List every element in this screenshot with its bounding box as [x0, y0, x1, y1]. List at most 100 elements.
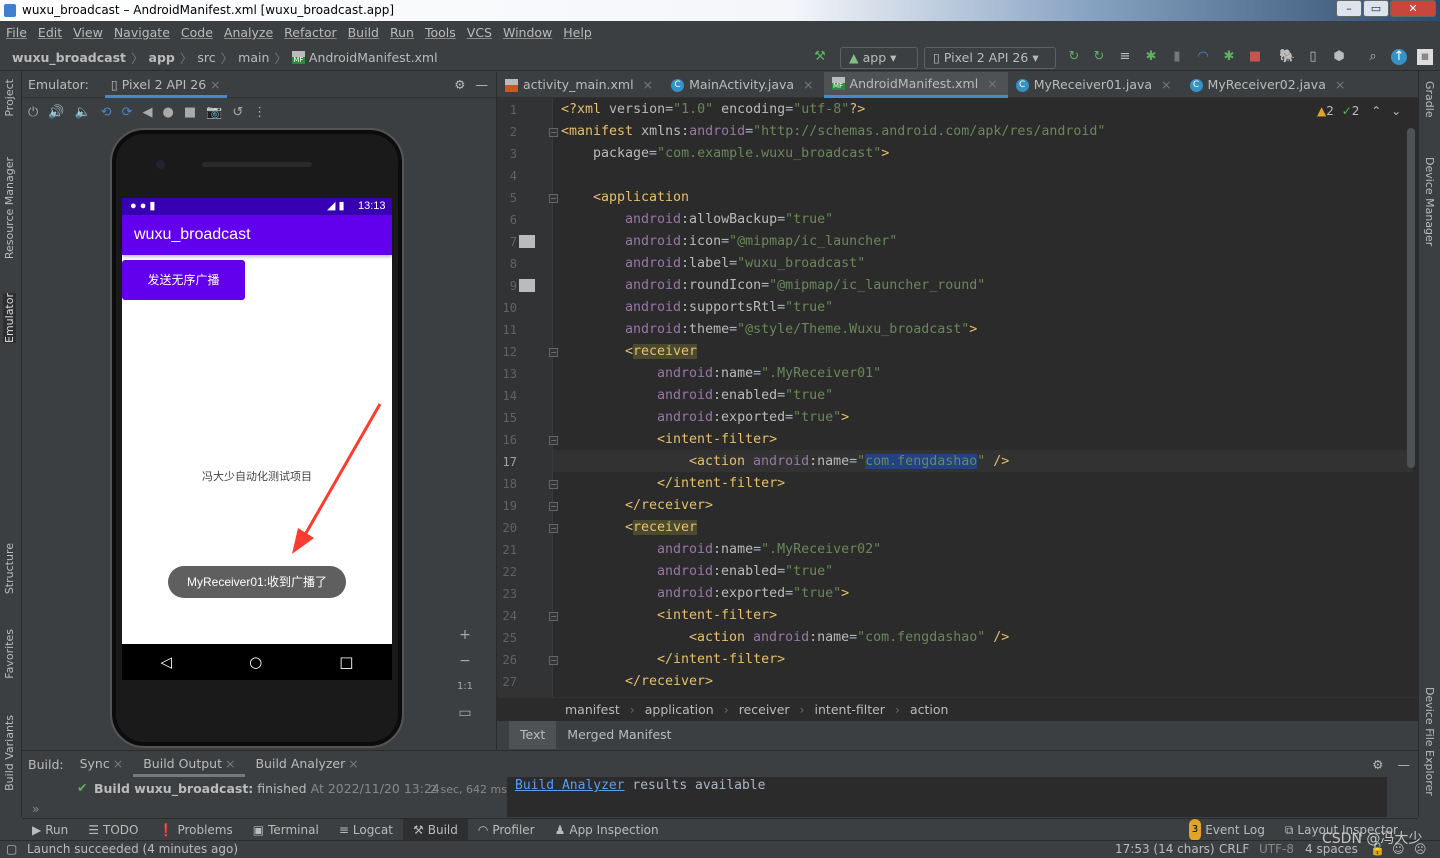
- attach-debugger-icon[interactable]: ▮: [1169, 49, 1185, 65]
- next-highlight-icon[interactable]: ⌄: [1391, 104, 1401, 118]
- menu-build[interactable]: Build: [348, 25, 379, 40]
- file-encoding[interactable]: UTF-8: [1259, 841, 1294, 858]
- menu-file[interactable]: File: [6, 25, 27, 40]
- fold-marker-icon[interactable]: −: [549, 436, 558, 445]
- tool-event-log[interactable]: 3 Event Log: [1179, 818, 1275, 841]
- menu-code[interactable]: Code: [181, 25, 213, 40]
- fit-screen-icon[interactable]: ▭: [455, 703, 475, 723]
- zoom-out-button[interactable]: −: [455, 651, 475, 671]
- breadcrumb-application[interactable]: application: [645, 702, 714, 717]
- tool-run[interactable]: ▶ Run: [22, 819, 78, 841]
- coverage-icon[interactable]: ≡: [1117, 49, 1133, 65]
- close-tab-icon[interactable]: ×: [803, 72, 813, 98]
- apply-code-changes-icon[interactable]: ↻: [1091, 49, 1107, 65]
- gear-icon[interactable]: ⚙: [1372, 757, 1383, 772]
- project-tab[interactable]: Project: [3, 79, 16, 117]
- tool-logcat[interactable]: ≡ Logcat: [329, 819, 403, 841]
- breadcrumb-intent-filter[interactable]: intent-filter: [815, 702, 885, 717]
- menu-run[interactable]: Run: [390, 25, 414, 40]
- menu-edit[interactable]: Edit: [38, 25, 62, 40]
- structure-tab[interactable]: Structure: [3, 543, 16, 594]
- tool-build[interactable]: ⚒ Build: [402, 818, 468, 841]
- maximize-button[interactable]: ▭: [1363, 0, 1389, 17]
- run-config-select[interactable]: ▲ app ▾: [840, 47, 918, 69]
- caret-position[interactable]: 17:53 (14 chars): [1115, 841, 1215, 858]
- editor-scrollbar[interactable]: [1407, 128, 1415, 468]
- editor-tab[interactable]: C MyReceiver02.java ×: [1182, 72, 1356, 98]
- gradle-sync-icon[interactable]: 🐘: [1279, 49, 1295, 65]
- menu-vcs[interactable]: VCS: [467, 25, 492, 40]
- build-variants-tab[interactable]: Build Variants: [3, 715, 16, 791]
- favorites-tab[interactable]: Favorites: [3, 629, 16, 679]
- crumb-project[interactable]: wuxu_broadcast: [12, 50, 126, 65]
- tool-problems[interactable]: ❗ Problems: [148, 819, 242, 841]
- breadcrumb-action[interactable]: action: [910, 702, 948, 717]
- editor-tab[interactable]: C MyReceiver01.java ×: [1008, 72, 1182, 98]
- inspection-widget[interactable]: ▲2 ✓2 ⌃ ⌄: [1317, 104, 1401, 118]
- emulator-tab[interactable]: Emulator: [3, 293, 16, 343]
- build-console[interactable]: Build Analyzer results available: [507, 777, 1387, 817]
- code-editor[interactable]: 1 2 3 4 5 6 7 8 9 10 11 12 13 14 15 16 17 18 19 20 21 22 23 24 2…: [497, 98, 1418, 697]
- device-select[interactable]: ▯ Pixel 2 API 26 ▾: [924, 47, 1056, 69]
- profiler-icon[interactable]: ◠: [1195, 49, 1211, 65]
- crumb-main[interactable]: main: [238, 50, 269, 65]
- close-tab-icon[interactable]: ×: [1335, 72, 1345, 98]
- editor-tab[interactable]: MF AndroidManifest.xml ×: [823, 71, 1008, 98]
- tab-text[interactable]: Text: [509, 721, 557, 749]
- crumb-src[interactable]: src: [197, 50, 215, 65]
- build-result[interactable]: Build wuxu_broadcast: finished At 2022/1…: [94, 781, 440, 796]
- fold-marker-icon[interactable]: −: [549, 480, 558, 489]
- close-tab-icon[interactable]: ×: [1161, 72, 1171, 98]
- gradle-tab[interactable]: Gradle: [1423, 81, 1436, 118]
- menu-window[interactable]: Window: [503, 25, 552, 40]
- menu-help[interactable]: Help: [563, 25, 592, 40]
- previous-highlight-icon[interactable]: ⌃: [1371, 104, 1381, 118]
- tab-sync[interactable]: Sync ×: [70, 751, 134, 777]
- update-icon[interactable]: ↑: [1391, 49, 1407, 65]
- tool-terminal[interactable]: ▣ Terminal: [243, 819, 329, 841]
- tab-merged-manifest[interactable]: Merged Manifest: [556, 721, 682, 749]
- crumb-file[interactable]: AndroidManifest.xml: [309, 50, 438, 65]
- search-icon[interactable]: ⌕: [1365, 49, 1381, 65]
- debug-icon[interactable]: ✱: [1143, 49, 1159, 65]
- fold-marker-icon[interactable]: −: [549, 194, 558, 203]
- menu-tools[interactable]: Tools: [425, 25, 456, 40]
- tool-profiler[interactable]: ◠ Profiler: [468, 819, 545, 841]
- menu-navigate[interactable]: Navigate: [114, 25, 170, 40]
- tab-build-analyzer[interactable]: Build Analyzer ×: [245, 751, 368, 777]
- status-message[interactable]: Launch succeeded (4 minutes ago): [27, 841, 238, 858]
- editor-tab[interactable]: C MainActivity.java ×: [663, 72, 823, 98]
- breadcrumb-receiver[interactable]: receiver: [739, 702, 790, 717]
- build-analyzer-link[interactable]: Build Analyzer: [515, 778, 625, 793]
- sdk-manager-icon[interactable]: ⬢: [1331, 49, 1347, 65]
- device-manager-icon[interactable]: ▯: [1305, 49, 1321, 65]
- minimize-panel-icon[interactable]: —: [1398, 757, 1411, 772]
- expand-icon[interactable]: »: [32, 801, 40, 816]
- fold-marker-icon[interactable]: −: [549, 656, 558, 665]
- fold-marker-icon[interactable]: −: [549, 612, 558, 621]
- debug-attach-icon[interactable]: ✱: [1221, 49, 1237, 65]
- account-icon[interactable]: ▪: [1417, 49, 1433, 65]
- build-tree[interactable]: ✔ Build wuxu_broadcast: finished At 2022…: [22, 777, 507, 817]
- close-tab-icon[interactable]: ×: [643, 72, 653, 98]
- close-tab-icon[interactable]: ×: [987, 71, 997, 97]
- stop-icon[interactable]: ■: [1247, 49, 1263, 65]
- tool-app-inspection[interactable]: ♟ App Inspection: [545, 819, 669, 841]
- zoom-in-button[interactable]: +: [455, 625, 475, 645]
- crumb-module[interactable]: app: [149, 50, 175, 65]
- fold-marker-icon[interactable]: −: [549, 524, 558, 533]
- resource-manager-tab[interactable]: Resource Manager: [3, 157, 16, 259]
- tab-build-output[interactable]: Build Output ×: [133, 751, 246, 777]
- status-toggle-icon[interactable]: ▢: [6, 841, 17, 858]
- fold-marker-icon[interactable]: −: [549, 128, 558, 137]
- fold-marker-icon[interactable]: −: [549, 502, 558, 511]
- apply-changes-icon[interactable]: ↻: [1066, 49, 1082, 65]
- hammer-icon[interactable]: ⚒: [812, 49, 828, 65]
- device-manager-tab[interactable]: Device Manager: [1423, 157, 1436, 246]
- zoom-actual-size-button[interactable]: 1:1: [455, 677, 475, 697]
- breadcrumb-manifest[interactable]: manifest: [565, 702, 620, 717]
- device-file-explorer-tab[interactable]: Device File Explorer: [1423, 687, 1436, 796]
- menu-analyze[interactable]: Analyze: [224, 25, 273, 40]
- line-separator[interactable]: CRLF: [1219, 841, 1249, 858]
- menu-refactor[interactable]: Refactor: [284, 25, 336, 40]
